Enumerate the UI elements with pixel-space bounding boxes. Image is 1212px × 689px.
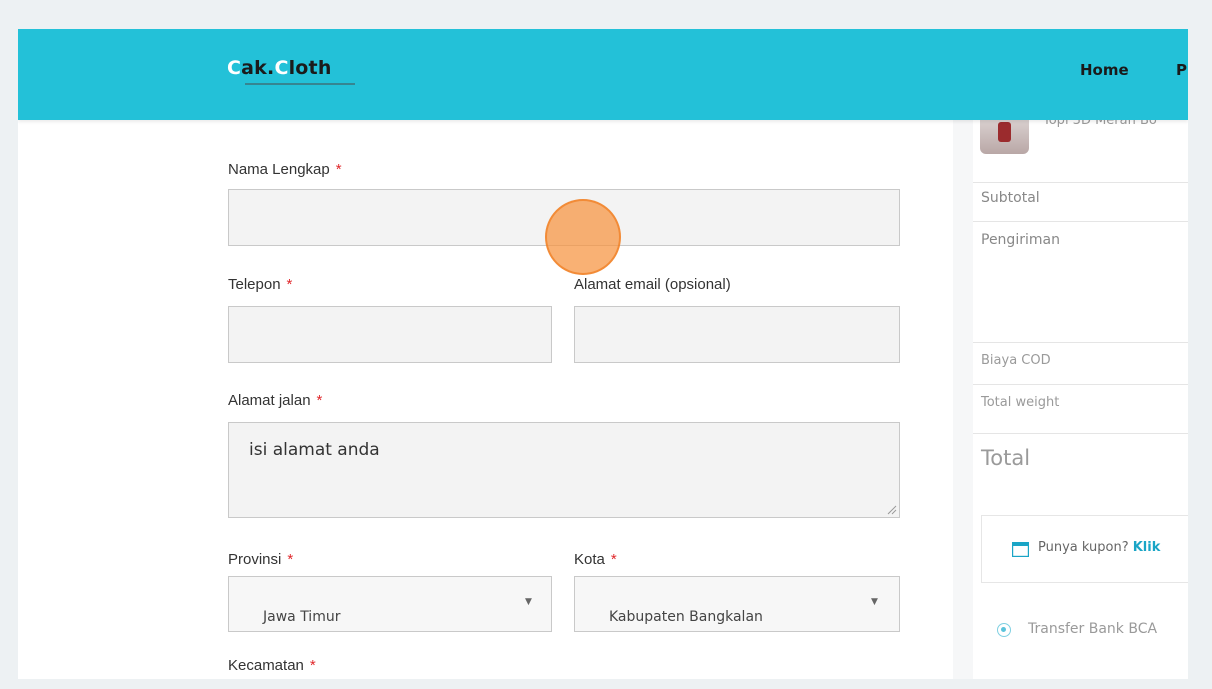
required-marker: *: [309, 657, 316, 674]
coupon-link[interactable]: Klik: [1133, 540, 1161, 555]
required-marker: *: [316, 392, 323, 409]
site-header: Cak.Cloth Home P: [18, 29, 1188, 120]
product-thumbnail[interactable]: [980, 120, 1029, 154]
city-selected: Kabupaten Bangkalan: [609, 609, 763, 625]
email-label-text: Alamat email (opsional): [574, 276, 731, 293]
logo-letter-c: C: [227, 57, 242, 79]
shipping-label: Pengiriman: [981, 232, 1060, 248]
logo-tagline-mark: [245, 83, 355, 85]
nav-next-link[interactable]: P: [1176, 61, 1187, 79]
coupon-question: Punya kupon?: [1038, 540, 1129, 555]
divider: [973, 342, 1188, 343]
required-marker: *: [335, 161, 342, 178]
email-label: Alamat email (opsional): [574, 276, 731, 293]
required-marker: *: [286, 276, 293, 293]
chevron-down-icon: ▼: [871, 597, 878, 607]
divider: [973, 221, 1188, 222]
city-label-text: Kota: [574, 551, 605, 568]
total-label: Total: [981, 446, 1031, 470]
required-marker: *: [610, 551, 617, 568]
page-frame: Cak.Cloth Home P Nama Lengkap * Telepon * …: [18, 29, 1188, 679]
city-label: Kota *: [574, 551, 617, 568]
address-placeholder: isi alamat anda: [249, 440, 380, 460]
subtotal-label: Subtotal: [981, 190, 1040, 206]
click-indicator-cursor: [545, 199, 621, 275]
full-name-label: Nama Lengkap *: [228, 161, 342, 178]
resize-handle-icon[interactable]: [887, 505, 897, 515]
divider: [973, 182, 1188, 183]
product-name: Topi 3D Merah Bo: [1043, 120, 1157, 128]
logo-text-end: loth: [288, 57, 332, 79]
province-label: Provinsi *: [228, 551, 293, 568]
cod-fee-label: Biaya COD: [981, 353, 1051, 368]
payment-option-label[interactable]: Transfer Bank BCA: [1028, 621, 1157, 637]
phone-label-text: Telepon: [228, 276, 281, 293]
coupon-text: Punya kupon? Klik: [1038, 540, 1160, 555]
address-label: Alamat jalan *: [228, 392, 322, 409]
logo-letter-c2: C: [274, 57, 289, 79]
required-marker: *: [287, 551, 294, 568]
address-label-text: Alamat jalan: [228, 392, 311, 409]
radio-selected-dot: [1001, 627, 1006, 632]
total-weight-label: Total weight: [981, 395, 1060, 410]
nav-home-link[interactable]: Home: [1080, 61, 1129, 79]
calendar-icon: [1012, 542, 1029, 557]
site-logo[interactable]: Cak.Cloth: [227, 57, 355, 85]
province-selected: Jawa Timur: [263, 609, 341, 625]
product-image-shape: [998, 122, 1011, 142]
coupon-box: Punya kupon? Klik: [981, 515, 1188, 583]
logo-text-part: ak.: [241, 57, 275, 79]
district-label-text: Kecamatan: [228, 657, 304, 674]
province-label-text: Provinsi: [228, 551, 282, 568]
divider: [973, 384, 1188, 385]
phone-input[interactable]: [228, 306, 552, 363]
payment-radio[interactable]: [997, 623, 1011, 637]
city-select[interactable]: Kabupaten Bangkalan ▼: [574, 576, 900, 632]
address-textarea[interactable]: isi alamat anda: [228, 422, 900, 518]
district-label: Kecamatan *: [228, 657, 316, 674]
phone-label: Telepon *: [228, 276, 292, 293]
email-input[interactable]: [574, 306, 900, 363]
province-select[interactable]: Jawa Timur ▼: [228, 576, 552, 632]
chevron-down-icon: ▼: [525, 597, 532, 607]
divider: [973, 433, 1188, 434]
full-name-label-text: Nama Lengkap: [228, 161, 330, 178]
